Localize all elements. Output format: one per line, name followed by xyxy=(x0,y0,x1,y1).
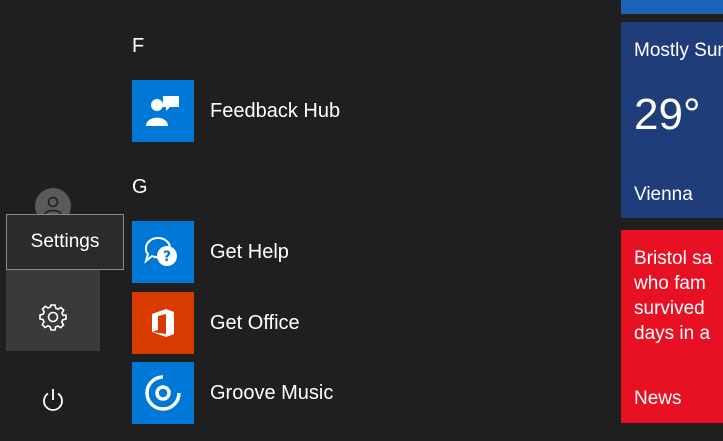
weather-city: Vienna xyxy=(634,184,693,205)
app-label: Get Help xyxy=(210,240,289,263)
gear-icon xyxy=(38,302,68,337)
power-button[interactable] xyxy=(6,372,100,432)
app-get-help[interactable]: ? Get Help xyxy=(132,221,289,283)
news-headline-line: who fam xyxy=(634,273,706,294)
news-headline: Bristol sa who fam survived days in a xyxy=(634,246,723,346)
app-groove-music[interactable]: Groove Music xyxy=(132,362,333,424)
get-help-icon: ? xyxy=(132,221,194,283)
app-label: Feedback Hub xyxy=(210,99,341,122)
start-rail: Settings xyxy=(0,0,124,441)
feedback-hub-icon xyxy=(132,80,194,142)
app-get-office[interactable]: Get Office xyxy=(132,292,300,354)
power-icon xyxy=(40,387,66,418)
app-label: Get Office xyxy=(210,311,300,334)
tile-strip xyxy=(621,0,723,14)
group-header-f[interactable]: F xyxy=(132,35,144,58)
groove-music-icon xyxy=(132,362,194,424)
news-app-label: News xyxy=(634,388,682,409)
app-feedback-hub[interactable]: Feedback Hub xyxy=(132,80,340,142)
weather-tile[interactable]: Mostly Sunny 29° Vienna xyxy=(621,22,723,218)
news-tile[interactable]: Bristol sa who fam survived days in a Ne… xyxy=(621,230,723,423)
weather-condition: Mostly Sunny xyxy=(634,40,723,61)
group-header-g[interactable]: G xyxy=(132,176,148,199)
news-headline-line: Bristol sa xyxy=(634,248,713,269)
start-menu: Settings F Feedback Hub G ? Get Help Get… xyxy=(0,0,723,441)
news-headline-line: survived xyxy=(634,298,705,319)
office-icon xyxy=(132,292,194,354)
news-headline-line: days in a xyxy=(634,323,711,344)
weather-temperature: 29° xyxy=(634,90,701,139)
svg-text:?: ? xyxy=(163,249,171,265)
app-label: Groove Music xyxy=(210,381,334,404)
settings-tooltip: Settings xyxy=(6,214,124,270)
